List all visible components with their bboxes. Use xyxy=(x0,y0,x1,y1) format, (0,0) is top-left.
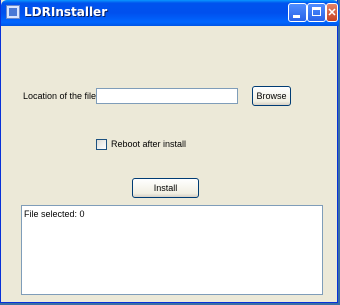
close-icon: ✕ xyxy=(327,7,337,19)
browse-button[interactable]: Browse xyxy=(252,86,291,106)
output-textarea[interactable]: File selected: 0 xyxy=(21,205,323,295)
file-location-input[interactable] xyxy=(96,88,238,104)
app-window: LDRInstaller ✕ Location of the file Brow… xyxy=(0,0,339,303)
minimize-button[interactable] xyxy=(288,3,307,22)
title-bar[interactable]: LDRInstaller ✕ xyxy=(1,0,339,26)
reboot-checkbox[interactable] xyxy=(96,139,107,150)
file-location-label: Location of the file xyxy=(23,91,97,101)
install-button[interactable]: Install xyxy=(132,178,199,198)
window-title: LDRInstaller xyxy=(24,5,108,19)
maximize-button[interactable] xyxy=(307,3,326,22)
app-icon xyxy=(6,5,20,19)
minimize-icon xyxy=(293,15,300,18)
maximize-icon xyxy=(312,7,321,16)
close-button[interactable]: ✕ xyxy=(326,3,338,22)
reboot-checkbox-label: Reboot after install xyxy=(111,139,187,149)
